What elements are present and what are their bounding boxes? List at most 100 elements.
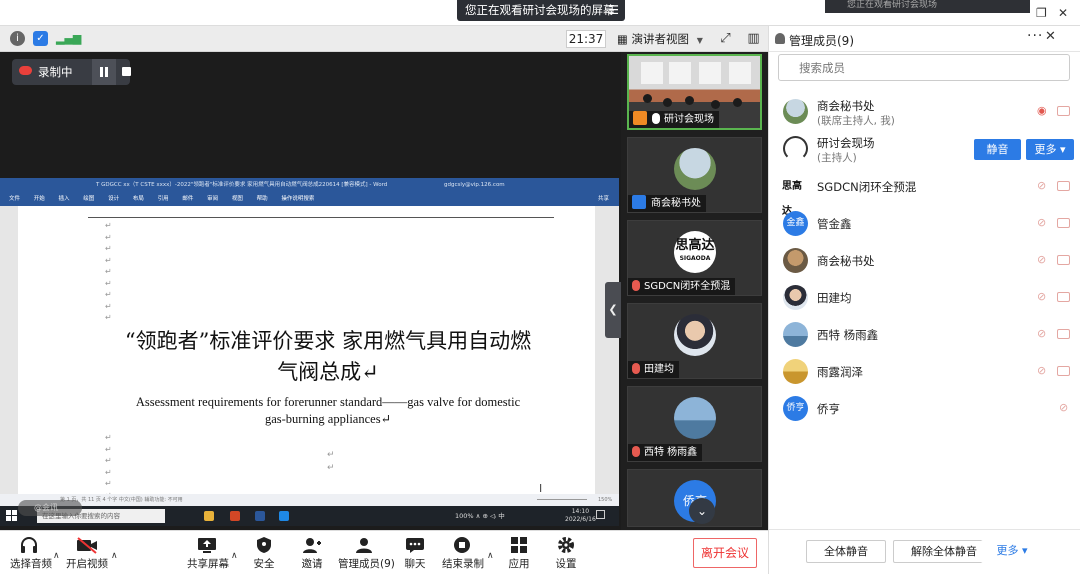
close-window-icon[interactable]: ✕ [1058,6,1068,20]
mic-muted-icon[interactable]: ⊘ [1059,402,1071,414]
notification-icon[interactable] [596,510,605,519]
camera-off-icon[interactable] [1057,329,1070,339]
folder-icon[interactable] [204,511,214,521]
audio-button[interactable]: 选择音频 [10,536,52,571]
word-tab[interactable]: 帮助 [257,196,268,202]
mic-active-icon[interactable]: ◉ [1037,105,1049,117]
meeting-app-icon[interactable] [279,511,289,521]
camera-off-icon[interactable] [1057,255,1070,265]
video-options-chevron-icon[interactable]: ∧ [111,551,118,561]
sigaoda-logo: 思高达 SIGAODA [674,231,716,273]
invite-button[interactable]: 邀请 [296,536,328,571]
paragraph-marks-top: ↵ ↵ ↵ ↵ ↵ ↵ ↵ ↵ ↵ [105,221,112,322]
unmute-all-button[interactable]: 解除全体静音 [893,540,995,563]
record-options-chevron-icon[interactable]: ∧ [487,551,494,561]
scroll-down-icon[interactable]: ⌄ [689,498,715,524]
shield-icon[interactable]: ✓ [33,31,48,46]
camera-off-icon[interactable] [1057,366,1070,376]
restore-window-icon[interactable]: ❐ [1036,6,1047,20]
member-name: 雨露润泽 [817,365,863,379]
camera-off-icon[interactable] [1057,218,1070,228]
member-search-input[interactable] [778,54,1070,81]
member-row[interactable]: 侨亨 侨亨 ⊘ [769,393,1080,423]
word-tab[interactable]: 插入 [59,196,70,202]
mic-muted-icon[interactable]: ⊘ [1037,254,1049,266]
zoom-slider[interactable] [537,499,587,500]
member-name: 研讨会现场 [817,136,875,150]
security-button[interactable]: 安全 [248,536,280,571]
word-tab[interactable]: 开始 [34,196,45,202]
mute-all-button[interactable]: 全体静音 [806,540,886,563]
signal-icon[interactable]: ▂▄▆ [56,31,81,46]
pause-recording-button[interactable] [92,59,116,85]
word-search-tell[interactable]: 操作说明搜索 [281,196,314,202]
share-screen-button[interactable]: 共享屏幕 [187,536,229,571]
member-name: 商会秘书处 [817,99,875,113]
apps-button[interactable]: 应用 [504,536,534,571]
word-app-icon[interactable] [255,511,265,521]
windows-start-icon[interactable] [6,510,17,521]
collapse-strip-handle[interactable]: ❮ [605,282,621,338]
video-tile[interactable]: 思高达 SIGAODA SGDCN闭环全预混 [627,220,762,296]
video-button[interactable]: 开启视频 [66,536,108,571]
headset-avatar [783,136,808,161]
more-options-icon[interactable]: ··· [1027,28,1043,44]
member-row[interactable]: 雨露润泽 ⊘ [769,356,1080,386]
share-options-chevron-icon[interactable]: ∧ [231,551,238,561]
end-recording-button[interactable]: 结束录制 [442,536,484,571]
word-tab[interactable]: 布局 [133,196,144,202]
word-tab[interactable]: 引用 [158,196,169,202]
mic-muted-icon[interactable]: ⊘ [1037,180,1049,192]
video-strip: 研讨会现场 商会秘书处 思高达 SIGAODA SGDCN闭环全预混 田建均 西… [621,52,768,530]
share-screen-icon [197,536,217,554]
mic-muted-icon[interactable]: ⊘ [1037,291,1049,303]
footer-more-button[interactable]: 更多 ▾ [981,540,1043,563]
video-tile[interactable]: 研讨会现场 [627,54,762,130]
video-tile[interactable]: 西特 杨雨鑫 [627,386,762,462]
word-tab[interactable]: 绘图 [83,196,94,202]
camera-off-icon[interactable] [1057,181,1070,191]
menu-icon[interactable]: ☰ [608,0,619,21]
view-mode-dropdown[interactable]: ▦ 演讲者视图 ▼ [617,30,703,48]
more-button[interactable]: 更多 ▾ [1026,139,1074,160]
word-tab[interactable]: 视图 [232,196,243,202]
mute-button[interactable]: 静音 [974,139,1021,160]
word-share-button[interactable]: 共享 [598,192,609,206]
video-tile[interactable]: 商会秘书处 [627,137,762,213]
stop-recording-button[interactable] [122,67,131,76]
member-row[interactable]: 思高达 SGDCN闭环全预混 ⊘ [769,171,1080,217]
watermark-badge: @会讯 [18,500,82,516]
mic-muted-icon[interactable]: ⊘ [1037,365,1049,377]
word-tab[interactable]: 审阅 [207,196,218,202]
word-tab[interactable]: 文件 [9,196,20,202]
camera-off-icon[interactable] [1057,106,1070,116]
document-title-line: “领跑者”标准评价要求 家用燃气具用自动燃 [124,329,532,353]
member-row[interactable]: 西特 杨雨鑫 ⊘ [769,319,1080,349]
camera-off-icon[interactable] [1057,292,1070,302]
member-name: 西特 杨雨鑫 [817,328,879,342]
close-panel-icon[interactable]: ✕ [1045,29,1056,44]
mic-muted-icon[interactable]: ⊘ [1037,328,1049,340]
fullscreen-icon[interactable]: ⤢ [718,31,733,46]
audio-options-chevron-icon[interactable]: ∧ [53,551,60,561]
sidebar-toggle-icon[interactable]: ▥ [746,31,761,46]
member-row[interactable]: 田建均 ⊘ [769,282,1080,312]
info-icon[interactable]: i [10,31,25,46]
settings-button[interactable]: 设置 [551,536,581,571]
mic-muted-icon[interactable]: ⊘ [1037,217,1049,229]
member-row[interactable]: 商会秘书处 ⊘ [769,245,1080,275]
word-tab[interactable]: 邮件 [182,196,193,202]
manage-members-button[interactable]: 管理成员(9) [338,536,395,571]
chat-button[interactable]: 聊天 [400,536,430,571]
video-tile[interactable]: 田建均 [627,303,762,379]
leave-meeting-button[interactable]: 离开会议 [693,538,757,568]
tile-name: 西特 杨雨鑫 [628,444,703,461]
top-banner: 您正在观看研讨会现场 [825,0,1030,13]
powerpoint-icon[interactable] [230,511,240,521]
watching-screen-banner[interactable]: 您正在观看研讨会现场的屏幕 ☰ [457,0,625,21]
document-page[interactable]: ↵ ↵ ↵ ↵ ↵ ↵ ↵ ↵ ↵ “领跑者”标准评价要求 家用燃气具用自动燃 气阀总成↵ As… [18,206,595,500]
meeting-toolbar: i ✓ ▂▄▆ 21:37 ▦ 演讲者视图 ▼ ⤢ ▥ [0,26,768,52]
word-tab[interactable]: 设计 [108,196,119,202]
member-row[interactable]: 商会秘书处 (联席主持人, 我) ◉ [769,96,1080,127]
member-row[interactable]: 金鑫 管金鑫 ⊘ [769,208,1080,238]
